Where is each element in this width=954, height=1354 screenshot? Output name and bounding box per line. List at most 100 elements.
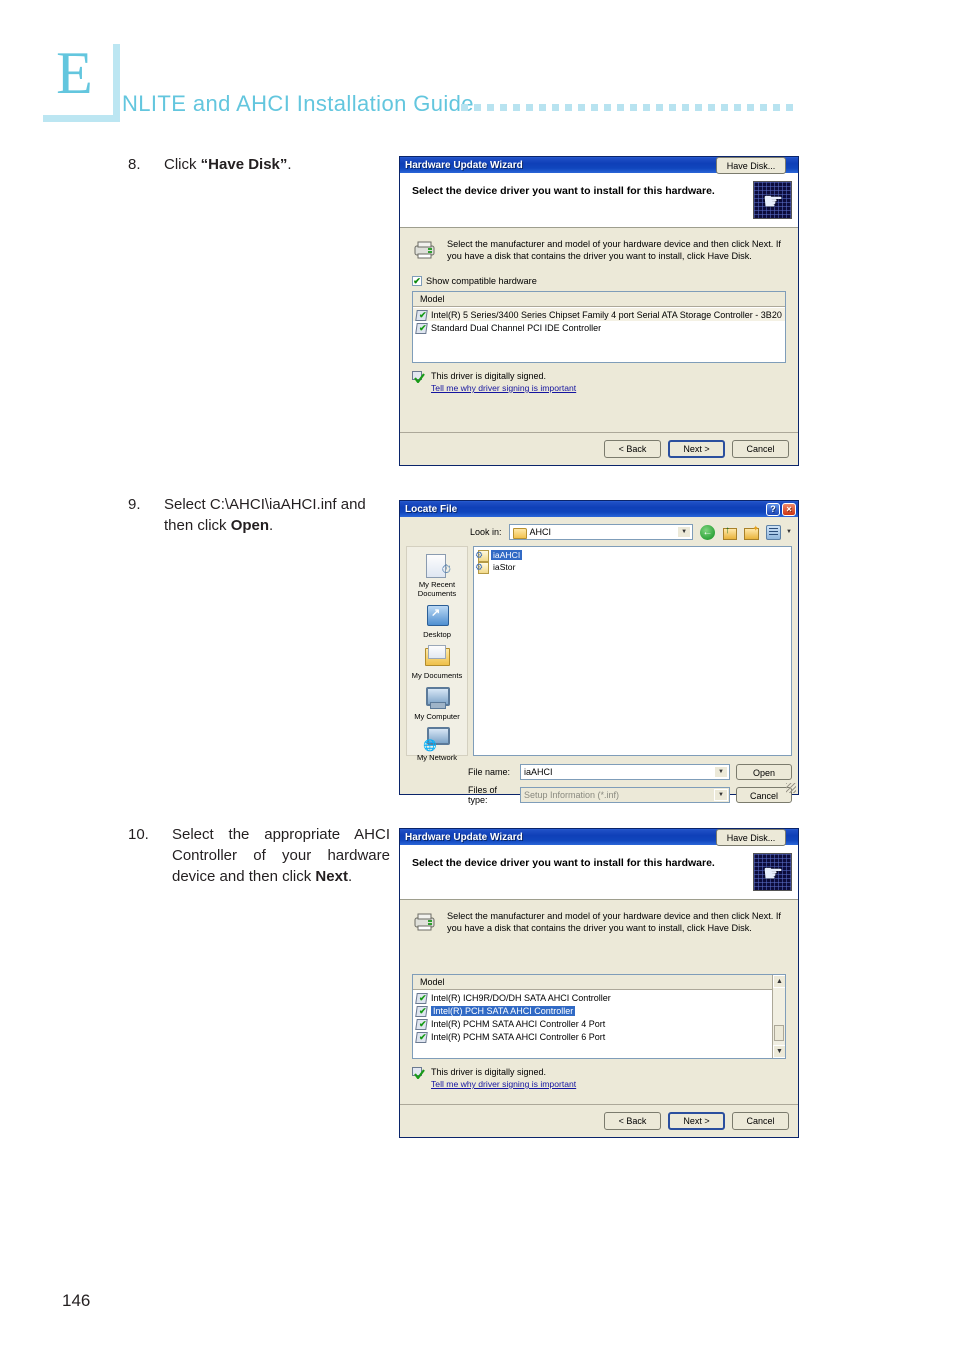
hand-holding-card-icon: ☛: [753, 181, 792, 219]
desktop-icon: [422, 603, 452, 629]
signed-driver-icon: [416, 1006, 427, 1016]
place-my-network[interactable]: My Network: [407, 726, 467, 762]
back-button[interactable]: < Back: [604, 440, 661, 458]
place-label: My Documents: [411, 671, 463, 680]
signed-driver-icon: [416, 993, 427, 1003]
hardware-update-wizard-dialog-2[interactable]: Hardware Update Wizard Select the device…: [399, 828, 799, 1138]
file-name: iaAHCI: [491, 550, 523, 560]
step-10: 10. Select the appropriate AHCI Controll…: [128, 824, 390, 887]
driver-signed-text: This driver is digitally signed.: [431, 371, 547, 381]
help-icon[interactable]: ?: [766, 502, 780, 516]
show-compatible-hardware-checkbox[interactable]: ✔ Show compatible hardware: [412, 276, 786, 286]
new-folder-icon[interactable]: [744, 524, 760, 540]
signed-driver-icon: [412, 370, 425, 385]
views-chevron-down-icon[interactable]: ▼: [786, 529, 792, 535]
folder-icon: [512, 527, 527, 539]
file-list[interactable]: iaAHCI iaStor: [473, 546, 792, 756]
my-documents-icon: [422, 644, 452, 670]
cancel-button[interactable]: Cancel: [736, 787, 792, 803]
table-row[interactable]: Intel(R) PCH SATA AHCI Controller: [413, 1004, 771, 1017]
wizard-footer: < Back Next > Cancel: [400, 432, 798, 465]
back-button[interactable]: < Back: [604, 1112, 661, 1130]
views-icon[interactable]: [766, 524, 782, 540]
model-name: Intel(R) ICH9R/DO/DH SATA AHCI Controlle…: [431, 992, 611, 1003]
wizard-description: Select the manufacturer and model of you…: [447, 911, 781, 933]
cancel-button[interactable]: Cancel: [732, 440, 789, 458]
scrollbar-thumb[interactable]: [774, 1024, 784, 1041]
have-disk-button[interactable]: Have Disk...: [716, 157, 786, 174]
file-name-input[interactable]: iaAHCI ▼: [520, 764, 730, 780]
close-icon[interactable]: ×: [782, 502, 796, 516]
files-of-type-row: Files of type: Setup Information (*.inf)…: [406, 785, 792, 805]
step-8-emphasis: “Have Disk”: [200, 156, 288, 173]
table-row[interactable]: Intel(R) PCHM SATA AHCI Controller 4 Por…: [413, 1017, 771, 1030]
driver-signed-text-block: This driver is digitally signed. Tell me…: [431, 1066, 786, 1090]
checkbox-icon[interactable]: ✔: [412, 276, 422, 286]
resize-grip[interactable]: [786, 783, 796, 793]
look-in-bar: Look in: AHCI ▼ ▼: [400, 517, 798, 546]
step-9-line-1: Select C:\AHCI\iaAHCI.inf: [164, 496, 337, 513]
have-disk-button[interactable]: Have Disk...: [716, 829, 786, 846]
chevron-down-icon[interactable]: ▼: [714, 766, 728, 778]
scroll-down-icon[interactable]: ▼: [773, 1045, 785, 1058]
file-name-value: iaAHCI: [524, 767, 553, 777]
driver-signed-text: This driver is digitally signed.: [431, 1067, 547, 1077]
list-item[interactable]: iaAHCI: [475, 549, 789, 562]
titlebar-buttons: ? ×: [766, 502, 796, 516]
file-name-label: File name:: [468, 767, 511, 777]
hardware-update-wizard-dialog-1[interactable]: Hardware Update Wizard Select the device…: [399, 156, 799, 466]
model-listbox[interactable]: Model Intel(R) ICH9R/DO/DH SATA AHCI Con…: [412, 974, 786, 1059]
chevron-down-icon[interactable]: ▼: [714, 789, 728, 801]
place-my-computer[interactable]: My Computer: [407, 685, 467, 721]
page-header: E NLITE and AHCI Installation Guide: [0, 0, 954, 140]
step-8-number: 8.: [128, 156, 141, 173]
place-desktop[interactable]: Desktop: [407, 603, 467, 639]
wizard-description: Select the manufacturer and model of you…: [447, 239, 781, 261]
place-my-documents[interactable]: My Documents: [407, 644, 467, 680]
step-9-text: Select C:\AHCI\iaAHCI.inf and then click…: [164, 494, 390, 536]
locate-file-dialog[interactable]: Locate File ? × Look in: AHCI ▼ ▼ My Rec…: [399, 500, 799, 805]
wizard-description-row: Select the manufacturer and model of you…: [412, 910, 786, 934]
file-browser: My Recent Documents Desktop My Documents…: [400, 546, 798, 762]
wizard-header: Select the device driver you want to ins…: [400, 845, 798, 900]
file-name: iaStor: [493, 562, 516, 572]
my-computer-icon: [422, 685, 452, 711]
cancel-button[interactable]: Cancel: [732, 1112, 789, 1130]
titlebar: Locate File ? ×: [400, 501, 798, 517]
next-button[interactable]: Next >: [668, 440, 725, 458]
list-item[interactable]: iaStor: [475, 561, 789, 574]
driver-signing-link[interactable]: Tell me why driver signing is important: [431, 383, 576, 393]
chapter-letter-box: E: [36, 37, 113, 115]
step-10-pre: Select the appropriate AHCI Controller o…: [172, 826, 390, 885]
table-row[interactable]: Intel(R) ICH9R/DO/DH SATA AHCI Controlle…: [413, 991, 771, 1004]
place-label: Desktop: [423, 630, 451, 639]
place-label: My Computer: [414, 712, 460, 721]
files-of-type-combobox[interactable]: Setup Information (*.inf) ▼: [520, 787, 730, 803]
driver-signed-text-block: This driver is digitally signed. Tell me…: [431, 370, 786, 394]
chapter-letter: E: [56, 40, 93, 106]
signed-driver-icon: [416, 323, 427, 333]
chevron-down-icon[interactable]: ▼: [677, 526, 692, 538]
look-in-combobox[interactable]: AHCI ▼: [508, 524, 694, 540]
table-row[interactable]: Intel(R) PCHM SATA AHCI Controller 6 Por…: [413, 1030, 771, 1043]
next-button[interactable]: Next >: [668, 1112, 725, 1130]
table-row[interactable]: Intel(R) 5 Series/3400 Series Chipset Fa…: [413, 308, 785, 321]
header-dot-rule: [461, 104, 793, 111]
place-label: My Recent Documents: [417, 580, 457, 598]
step-10-post: .: [347, 868, 353, 885]
model-listbox[interactable]: Model Intel(R) 5 Series/3400 Series Chip…: [412, 291, 786, 363]
model-list-rows: Intel(R) ICH9R/DO/DH SATA AHCI Controlle…: [413, 990, 785, 1043]
wizard-header: Select the device driver you want to ins…: [400, 173, 798, 228]
window-title: Locate File: [405, 503, 458, 515]
table-row[interactable]: Standard Dual Channel PCI IDE Controller: [413, 321, 785, 334]
my-network-places-icon: [422, 726, 452, 752]
up-one-level-icon[interactable]: [722, 525, 738, 540]
open-button[interactable]: Open: [736, 764, 792, 780]
printer-icon: [412, 238, 438, 262]
scroll-up-icon[interactable]: ▲: [773, 975, 785, 988]
driver-signing-link[interactable]: Tell me why driver signing is important: [431, 1079, 576, 1089]
files-of-type-value: Setup Information (*.inf): [524, 790, 620, 800]
back-icon[interactable]: [700, 524, 716, 540]
listbox-scrollbar[interactable]: ▲ ▼: [772, 975, 785, 1058]
place-my-recent-documents[interactable]: My Recent Documents: [407, 553, 467, 598]
